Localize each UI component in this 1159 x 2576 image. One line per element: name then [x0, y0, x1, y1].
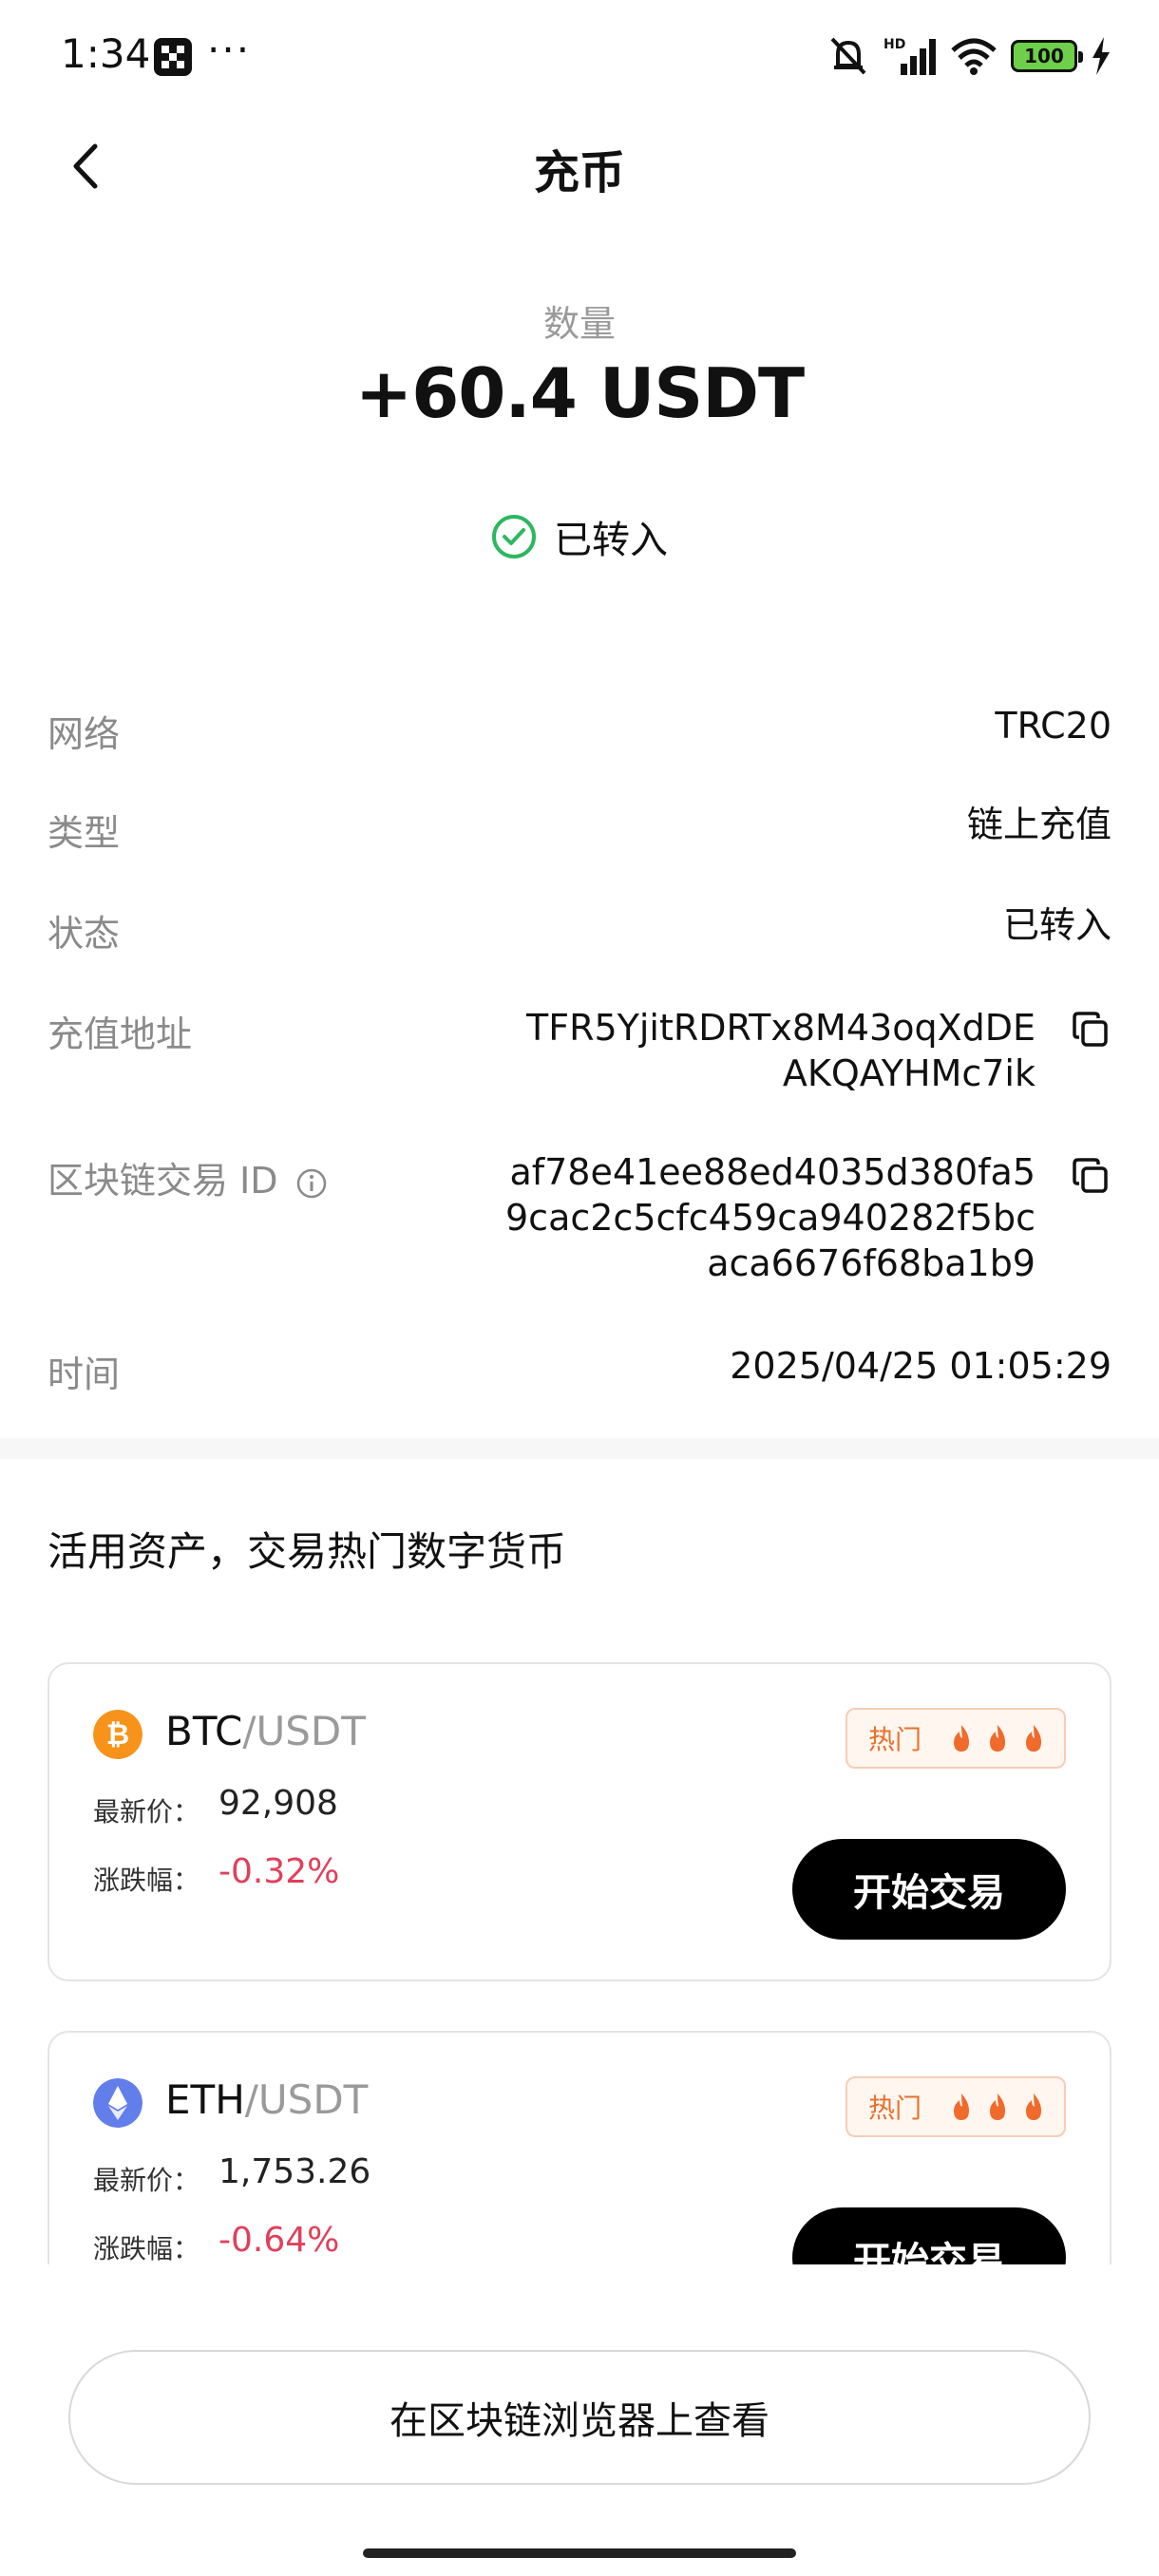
time-value: 2025/04/25 01:05:29 — [730, 1345, 1112, 1387]
flame-icon — [1026, 1725, 1042, 1752]
pair-quote: /USDT — [242, 1708, 366, 1754]
address-value: TFR5YjitRDRTx8M43oqXdDEAKQAYHMc7ik — [526, 1007, 1036, 1094]
flame-icon — [990, 1725, 1006, 1752]
pair-quote: /USDT — [244, 2076, 369, 2123]
price-value: 1,753.26 — [218, 2152, 371, 2191]
state-value: 已转入 — [1002, 904, 1112, 946]
time-label: 时间 — [48, 1354, 121, 1395]
pair-base: BTC — [165, 1708, 243, 1754]
copy-address-icon[interactable] — [1070, 1009, 1112, 1051]
quantity-value: +60.4 USDT — [354, 353, 805, 433]
price-value: 92,908 — [218, 1784, 338, 1823]
type-label: 类型 — [48, 812, 121, 854]
state-label: 状态 — [48, 913, 121, 955]
charging-icon — [1092, 37, 1110, 75]
coin-card-btc: ₿ BTC/USDT 热门 最新价： 92,908 涨跌幅： -0.32% 开始… — [48, 1662, 1112, 1981]
type-value: 链上充值 — [966, 804, 1112, 845]
nav-bar: 充币 — [0, 114, 1159, 218]
home-indicator[interactable] — [363, 2548, 796, 2558]
svg-text:HD: HD — [884, 37, 905, 52]
promo-title: 活用资产，交易热门数字货币 — [48, 1528, 567, 1575]
more-notifications-icon: ··· — [207, 27, 252, 73]
wifi-icon — [951, 38, 997, 75]
pair-name: ETH/USDT — [165, 2076, 368, 2123]
status-bar: 1:34 ··· HD 100 — [0, 0, 1159, 114]
hot-badge: 热门 — [846, 1708, 1066, 1769]
mute-icon — [830, 37, 866, 75]
start-trade-button[interactable]: 开始交易 — [792, 1839, 1066, 1940]
battery-level: 100 — [1024, 45, 1064, 67]
copy-txid-icon[interactable] — [1070, 1155, 1112, 1197]
hot-label: 热门 — [868, 1724, 922, 1755]
change-label: 涨跌幅： — [93, 2233, 200, 2264]
svg-text:₿: ₿ — [106, 1718, 129, 1752]
page-title: 充币 — [533, 146, 625, 199]
network-value: TRC20 — [995, 705, 1112, 747]
hd-signal-icon: HD — [884, 37, 936, 75]
status-time: 1:34 — [61, 30, 151, 77]
txid-label-text: 区块链交易 ID — [48, 1160, 278, 1202]
check-circle-icon — [492, 515, 536, 559]
status-icons: HD 100 — [826, 32, 1112, 80]
ethereum-icon — [93, 2078, 142, 2128]
view-on-explorer-button[interactable]: 在区块链浏览器上查看 — [68, 2350, 1091, 2485]
transfer-status: 已转入 — [0, 509, 1159, 564]
address-label: 充值地址 — [48, 1013, 193, 1055]
change-value: -0.64% — [218, 2221, 340, 2260]
flame-icon — [954, 2093, 970, 2120]
txid-label: 区块链交易 ID — [48, 1151, 328, 1203]
price-label: 最新价： — [93, 1796, 200, 1828]
change-label: 涨跌幅： — [93, 1865, 200, 1896]
pair-name: BTC/USDT — [165, 1708, 366, 1754]
status-text: 已转入 — [554, 519, 668, 562]
section-divider — [0, 1438, 1159, 1459]
change-value: -0.32% — [218, 1852, 340, 1891]
hot-badge: 热门 — [846, 2076, 1066, 2137]
flame-icon — [990, 2093, 1006, 2120]
flame-icon — [1026, 2093, 1042, 2120]
price-label: 最新价： — [93, 2165, 200, 2196]
network-label: 网络 — [48, 713, 121, 755]
app-icon — [154, 38, 192, 76]
flame-icon — [954, 1725, 970, 1752]
pair-base: ETH — [165, 2076, 245, 2123]
quantity-label: 数量 — [542, 303, 616, 345]
info-icon[interactable] — [295, 1167, 328, 1200]
battery-icon: 100 — [1011, 40, 1083, 72]
bitcoin-icon: ₿ — [93, 1710, 142, 1759]
txid-value: af78e41ee88ed4035d380fa59cac2c5cfc459ca9… — [505, 1151, 1036, 1284]
hot-label: 热门 — [868, 2093, 922, 2124]
